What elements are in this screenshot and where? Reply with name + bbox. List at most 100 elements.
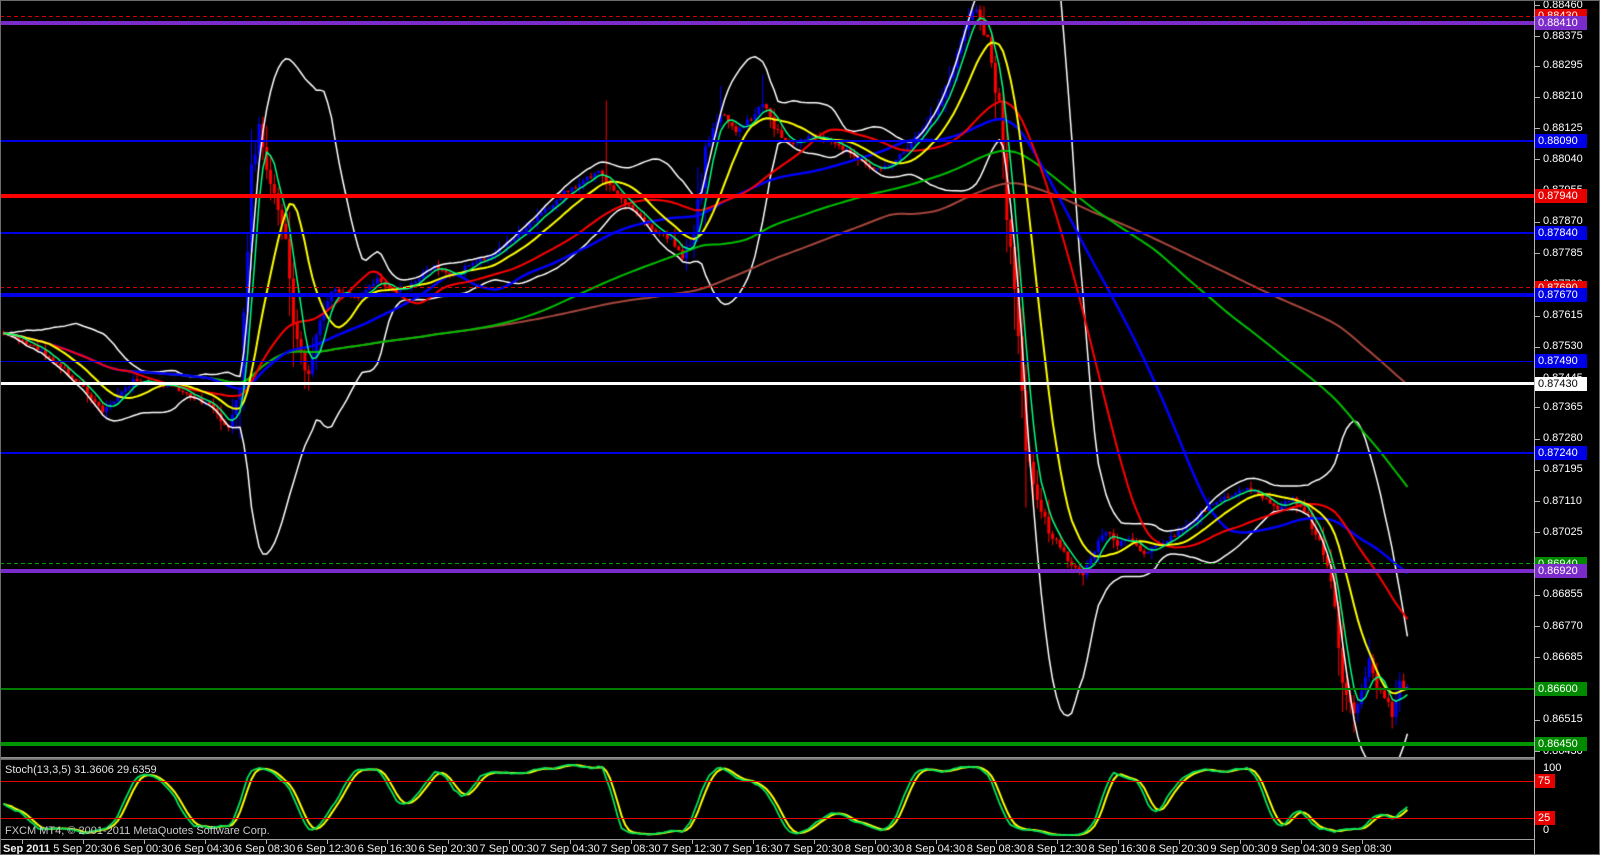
horizontal-line-0.86940[interactable] bbox=[0, 563, 1534, 564]
price-line-badge-0.86450: 0.86450 bbox=[1535, 737, 1587, 751]
price-axis-tick-label: 0.87195 bbox=[1543, 463, 1583, 476]
time-axis-label: 6 Sep 12:30 bbox=[297, 843, 356, 855]
price-axis-tickmark bbox=[1535, 316, 1540, 317]
stochastic-pane[interactable]: Stoch(13,3,5) 31.3606 29.6359 FXCM MT4, … bbox=[0, 760, 1534, 839]
horizontal-line-0.87490[interactable] bbox=[0, 361, 1534, 362]
price-axis-tick-label: 0.88210 bbox=[1543, 90, 1583, 103]
price-axis-tick-label: 0.86685 bbox=[1543, 651, 1583, 664]
price-line-badge-0.87840: 0.87840 bbox=[1535, 226, 1587, 240]
time-axis-label: 8 Sep 00:30 bbox=[845, 843, 904, 855]
time-axis-label: 7 Sep 04:30 bbox=[540, 843, 599, 855]
platform-branding-text: FXCM MT4, © 2001-2011 MetaQuotes Softwar… bbox=[5, 825, 270, 837]
price-axis-tick-label: 0.87025 bbox=[1543, 526, 1583, 539]
price-line-badge-0.86920: 0.86920 bbox=[1535, 564, 1587, 578]
stoch-level-badge-25: 25 bbox=[1535, 811, 1555, 825]
time-axis-label: 7 Sep 08:30 bbox=[601, 843, 660, 855]
price-axis-tickmark bbox=[1535, 36, 1540, 37]
time-axis-label: 8 Sep 08:30 bbox=[967, 843, 1026, 855]
horizontal-line-0.87670[interactable] bbox=[0, 293, 1534, 297]
price-axis-tick-label: 0.86855 bbox=[1543, 588, 1583, 601]
time-axis-label: 8 Sep 16:30 bbox=[1089, 843, 1148, 855]
price-axis-tickmark bbox=[1535, 407, 1540, 408]
time-axis-label: 6 Sep 04:30 bbox=[175, 843, 234, 855]
price-axis-tick-label: 0.88125 bbox=[1543, 122, 1583, 135]
price-line-badge-0.86600: 0.86600 bbox=[1535, 682, 1587, 696]
price-line-badge-0.87240: 0.87240 bbox=[1535, 446, 1587, 460]
time-axis-label: 6 Sep 16:30 bbox=[358, 843, 417, 855]
price-axis-tick-label: 0.87785 bbox=[1543, 247, 1583, 260]
time-axis-label: 9 Sep 00:30 bbox=[1210, 843, 1269, 855]
price-axis-tickmark bbox=[1535, 222, 1540, 223]
stoch-scale-top: 100 bbox=[1543, 762, 1561, 775]
price-axis-tickmark bbox=[1535, 159, 1540, 160]
price-axis-tickmark bbox=[1535, 501, 1540, 502]
stoch-level-line-75 bbox=[0, 781, 1534, 782]
stoch-scale-bottom: 0 bbox=[1543, 824, 1549, 837]
price-axis[interactable]: 0.884600.883750.882950.882100.881250.880… bbox=[1534, 0, 1600, 855]
time-axis-label: 5 Sep 20:30 bbox=[53, 843, 112, 855]
time-axis-label: 5 Sep 2011 bbox=[0, 843, 50, 855]
price-axis-tickmark bbox=[1535, 66, 1540, 67]
time-axis[interactable]: 5 Sep 20115 Sep 20:306 Sep 00:306 Sep 04… bbox=[0, 839, 1600, 855]
time-axis-label: 9 Sep 04:30 bbox=[1271, 843, 1330, 855]
price-axis-tick-label: 0.87615 bbox=[1543, 309, 1583, 322]
time-axis-label: 6 Sep 00:30 bbox=[114, 843, 173, 855]
price-axis-tickmark bbox=[1535, 720, 1540, 721]
horizontal-line-0.88430[interactable] bbox=[0, 16, 1534, 17]
mt4-chart-window: Stoch(13,3,5) 31.3606 29.6359 FXCM MT4, … bbox=[0, 0, 1600, 855]
price-line-badge-0.87670: 0.87670 bbox=[1535, 288, 1587, 302]
horizontal-line-0.86600[interactable] bbox=[0, 688, 1534, 690]
price-axis-tickmark bbox=[1535, 470, 1540, 471]
price-axis-tickmark bbox=[1535, 347, 1540, 348]
price-axis-tickmark bbox=[1535, 532, 1540, 533]
price-axis-tickmark bbox=[1535, 751, 1540, 752]
main-chart-canvas[interactable] bbox=[0, 0, 1534, 757]
time-axis-label: 9 Sep 08:30 bbox=[1332, 843, 1391, 855]
horizontal-line-0.87940[interactable] bbox=[0, 194, 1534, 198]
time-axis-label: 7 Sep 12:30 bbox=[662, 843, 721, 855]
price-axis-tick-label: 0.87365 bbox=[1543, 401, 1583, 414]
price-axis-tick-label: 0.86770 bbox=[1543, 620, 1583, 633]
price-axis-tick-label: 0.88295 bbox=[1543, 59, 1583, 72]
price-line-badge-0.87940: 0.87940 bbox=[1535, 189, 1587, 203]
time-axis-label: 8 Sep 12:30 bbox=[1028, 843, 1087, 855]
price-line-badge-0.88410: 0.88410 bbox=[1535, 16, 1587, 30]
pane-separator[interactable] bbox=[0, 757, 1534, 760]
time-axis-label: 8 Sep 04:30 bbox=[906, 843, 965, 855]
stoch-level-line-25 bbox=[0, 818, 1534, 819]
price-axis-tick-label: 0.87530 bbox=[1543, 340, 1583, 353]
time-axis-label: 8 Sep 20:30 bbox=[1149, 843, 1208, 855]
price-axis-tickmark bbox=[1535, 626, 1540, 627]
time-axis-label: 6 Sep 20:30 bbox=[419, 843, 478, 855]
horizontal-line-0.87690[interactable] bbox=[0, 287, 1534, 288]
stoch-level-badge-75: 75 bbox=[1535, 774, 1555, 788]
time-axis-label: 7 Sep 00:30 bbox=[480, 843, 539, 855]
price-axis-tick-label: 0.88040 bbox=[1543, 153, 1583, 166]
price-chart-pane[interactable] bbox=[0, 0, 1534, 757]
price-axis-tickmark bbox=[1535, 253, 1540, 254]
horizontal-line-0.87840[interactable] bbox=[0, 232, 1534, 234]
horizontal-line-0.88410[interactable] bbox=[0, 21, 1534, 25]
price-axis-tick-label: 0.86515 bbox=[1543, 713, 1583, 726]
price-line-badge-0.87430: 0.87430 bbox=[1535, 377, 1587, 391]
stochastic-indicator-label: Stoch(13,3,5) 31.3606 29.6359 bbox=[5, 764, 157, 776]
horizontal-line-0.86450[interactable] bbox=[0, 742, 1534, 746]
time-axis-label: 7 Sep 16:30 bbox=[723, 843, 782, 855]
price-axis-tick-label: 0.87110 bbox=[1543, 495, 1582, 508]
price-line-badge-0.87490: 0.87490 bbox=[1535, 354, 1587, 368]
price-axis-tick-label: 0.87280 bbox=[1543, 432, 1583, 445]
price-axis-tickmark bbox=[1535, 439, 1540, 440]
price-line-badge-0.88090: 0.88090 bbox=[1535, 134, 1587, 148]
horizontal-line-0.87240[interactable] bbox=[0, 452, 1534, 454]
price-axis-tickmark bbox=[1535, 97, 1540, 98]
time-axis-label: 6 Sep 08:30 bbox=[236, 843, 295, 855]
price-axis-tickmark bbox=[1535, 595, 1540, 596]
price-axis-tick-label: 0.88375 bbox=[1543, 30, 1583, 43]
horizontal-line-0.86920[interactable] bbox=[0, 569, 1534, 573]
price-axis-tickmark bbox=[1535, 5, 1540, 6]
price-axis-tickmark bbox=[1535, 657, 1540, 658]
time-axis-label: 7 Sep 20:30 bbox=[784, 843, 843, 855]
horizontal-line-0.87430[interactable] bbox=[0, 382, 1534, 385]
price-axis-tickmark bbox=[1535, 128, 1540, 129]
horizontal-line-0.88090[interactable] bbox=[0, 140, 1534, 142]
